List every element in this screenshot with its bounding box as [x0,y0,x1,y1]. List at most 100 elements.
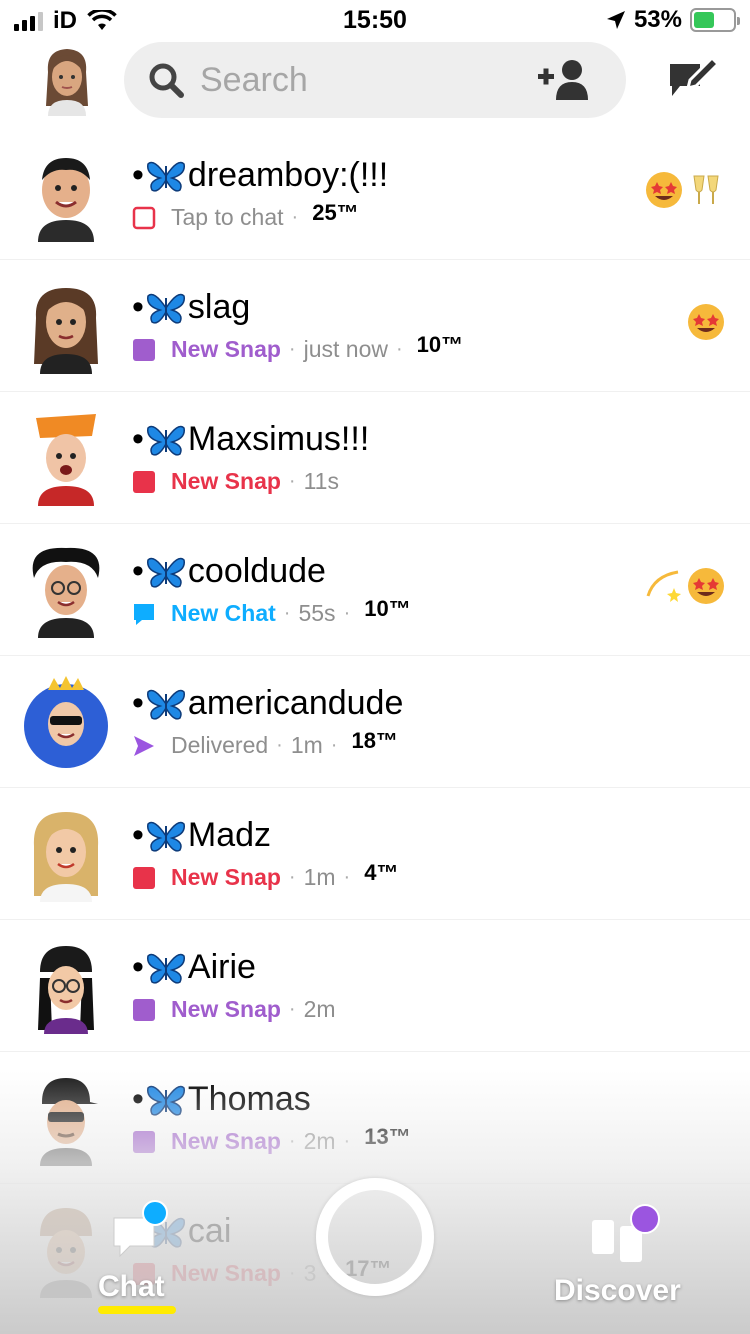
bullet-dot: • [132,684,144,722]
chat-time: 1m [290,732,323,758]
chat-row[interactable]: • dreamboy:(!!! Tap to chat · 25™ [0,128,750,260]
chat-name: • Maxsimus!!! [132,420,369,459]
bullet-dot: • [132,420,144,458]
delivered-arrow-icon [134,735,154,756]
streak-count: 4™ [364,859,399,885]
chat-time: just now [303,336,388,362]
separator-dot: · [283,602,291,624]
chat-status-line: Tap to chat · 25™ [132,200,359,231]
bullet-dot: • [132,1080,144,1118]
tap-to-chat-icon [132,206,156,229]
butterfly-icon [146,425,185,456]
chat-notification-badge [142,1200,168,1226]
nav-chat-label: Chat [98,1270,165,1303]
chat-status-line: New Snap · 1m · 4™ [132,860,398,891]
separator-dot: · [288,470,296,492]
streak-count: 18™ [351,727,398,753]
separator-dot: · [343,602,351,624]
chat-time: 2m [303,996,336,1022]
header: Search [0,40,750,122]
clinking-glasses-icon [693,175,719,204]
friend-avatar [32,547,100,638]
streak-count: 13™ [364,1123,411,1149]
active-tab-indicator [98,1306,176,1314]
friend-avatar [36,414,96,506]
add-friend-icon[interactable] [536,58,590,102]
battery-level [694,12,715,28]
friend-avatar [33,812,99,902]
chat-status: Delivered [171,732,269,758]
friend-emojis [644,566,726,606]
chat-name: • cooldude [132,552,326,591]
butterfly-icon [146,689,185,720]
status-bar: iD 15:50 53% [0,0,750,40]
discover-notification-badge [630,1204,660,1234]
chat-row[interactable]: • slag New Snap · just now · 10™ [0,260,750,392]
dizzy-emoji-icon [646,570,681,602]
chat-status-line: New Chat · 55s · 10™ [132,596,411,627]
separator-dot: · [330,734,338,756]
friend-avatar [24,676,108,768]
chat-row[interactable]: • Madz New Snap · 1m · 4™ [0,788,750,920]
chat-name: • Madz [132,816,271,855]
chat-name: • Airie [132,948,256,987]
chat-list: • dreamboy:(!!! Tap to chat · 25™ • slag… [0,128,750,1316]
chat-name: • americandude [132,684,403,723]
chat-status: New Snap [171,468,281,494]
battery-icon [690,8,740,32]
new-chat-icon[interactable] [666,54,720,104]
chat-name-text: americandude [187,684,404,722]
separator-dot: · [276,734,283,756]
separator-dot: · [395,338,403,360]
search-placeholder: Search [200,61,308,99]
butterfly-icon [146,953,185,984]
chat-row[interactable]: • Airie New Snap · 2m [0,920,750,1052]
chat-time: 55s [298,600,336,626]
chat-status: New Snap [171,336,281,362]
separator-dot: · [343,1130,351,1152]
chat-row[interactable]: • cooldude New Chat · 55s · 10™ [0,524,750,656]
chat-name-text: slag [187,288,251,326]
chat-name-text: Thomas [187,1080,311,1118]
nav-chat-tab[interactable]: Chat [90,1200,180,1320]
chat-row[interactable]: • americandude Delivered · 1m · 18™ [0,656,750,788]
bullet-dot: • [132,552,144,590]
separator-dot: · [288,998,296,1020]
nav-discover-label: Discover [554,1274,681,1307]
chat-status: New Snap [171,996,281,1022]
new-snap-icon [133,1130,155,1153]
chat-status-line: Delivered · 1m · 18™ [132,728,398,759]
chat-status: New Chat [171,600,276,626]
chat-time: 1m [303,864,336,890]
chat-status: Tap to chat [171,204,284,230]
star-struck-emoji-icon [688,304,724,340]
separator-dot: · [291,206,299,228]
new-snap-icon [133,866,155,889]
bullet-dot: • [132,288,144,326]
chat-status-line: New Snap · 11s [132,468,339,495]
chat-name-text: Madz [187,816,272,854]
chat-status-line: New Snap · just now · 10™ [132,332,463,363]
chat-row[interactable]: • Thomas New Snap · 2m · 13™ [0,1052,750,1184]
chat-name: • slag [132,288,250,327]
star-struck-emoji-icon [646,172,682,208]
chat-status: New Snap [171,864,281,890]
butterfly-icon [146,161,185,192]
chat-row[interactable]: • Maxsimus!!! New Snap · 11s [0,392,750,524]
search-bar[interactable]: Search [124,42,626,118]
new-snap-icon [133,470,155,493]
nav-discover-tab[interactable]: Discover [550,1202,690,1312]
bullet-dot: • [132,816,144,854]
chat-time: 2m [303,1128,336,1154]
chat-status-line: New Snap · 2m · 13™ [132,1124,411,1155]
search-icon [149,63,184,98]
location-arrow-icon [606,11,625,29]
chat-name-text: Airie [187,948,256,986]
butterfly-icon [146,293,185,324]
separator-dot: · [288,1130,296,1152]
chat-name-text: Maxsimus!!! [187,420,370,458]
camera-capture-button[interactable] [316,1178,434,1296]
my-bitmoji-avatar[interactable] [40,44,94,116]
friend-avatar [38,946,94,1034]
streak-count: 25™ [312,199,359,225]
